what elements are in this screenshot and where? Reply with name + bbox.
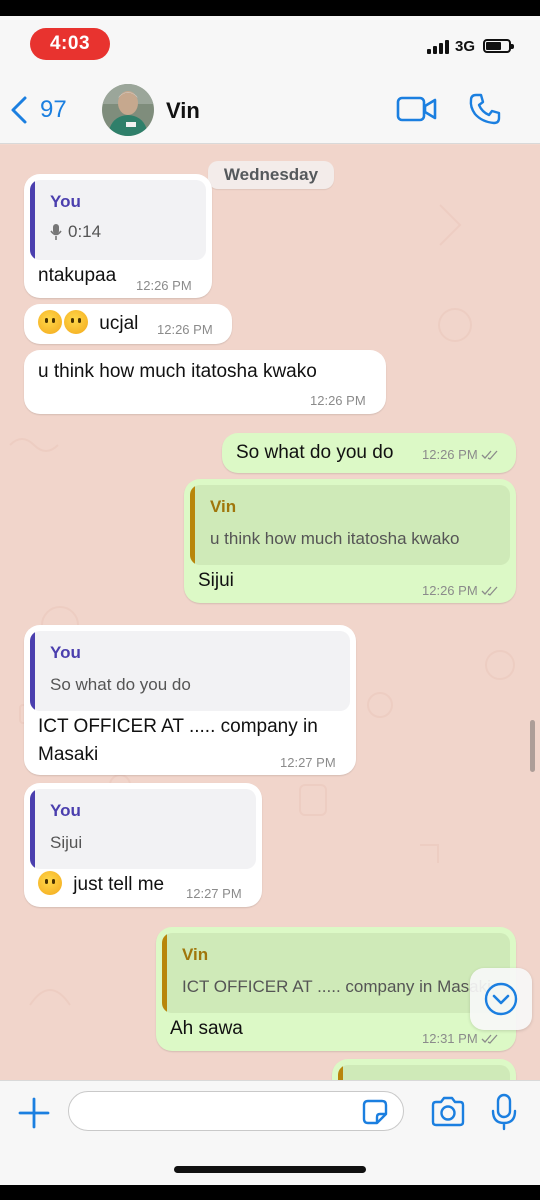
- message-text: Sijui: [198, 570, 234, 591]
- quote-text: So what do you do: [50, 675, 191, 694]
- message-incoming[interactable]: You 0:14 ntakupaa 12:26 PM: [24, 174, 212, 298]
- message-time: 12:31 PM: [422, 1031, 499, 1046]
- quote-author: Vin: [210, 497, 237, 516]
- whatsapp-chat-screen: 4:03 3G 97 Vin Wednesday You 0:14 ntakup…: [0, 0, 540, 1200]
- message-time: 12:26 PM: [422, 583, 499, 598]
- status-time: 4:03: [30, 28, 110, 60]
- unread-count: 97: [40, 96, 67, 123]
- chat-messages[interactable]: Wednesday You 0:14 ntakupaa 12:26 PM ucj…: [0, 145, 540, 1080]
- message-incoming[interactable]: ucjal 12:26 PM: [24, 304, 232, 344]
- message-time: 12:26 PM: [136, 278, 192, 293]
- chat-header: 97 Vin: [0, 76, 540, 144]
- letterbox-bottom: [0, 1185, 540, 1200]
- quote-author: You: [50, 801, 81, 820]
- quote-text: Sijui: [50, 833, 83, 852]
- message-time: 12:26 PM: [310, 393, 366, 408]
- reply-quote[interactable]: You Sijui: [30, 789, 256, 869]
- read-ticks-icon: [481, 586, 498, 596]
- chevron-down-circle-icon: [484, 982, 518, 1016]
- letterbox-top: [0, 0, 540, 16]
- voice-duration: 0:14: [68, 222, 102, 241]
- chevron-left-icon: [11, 96, 27, 124]
- quote-author: You: [50, 643, 81, 662]
- status-bar: 4:03 3G: [0, 16, 540, 76]
- home-indicator[interactable]: [174, 1166, 366, 1173]
- message-outgoing[interactable]: So what do you do 12:26 PM: [222, 433, 516, 473]
- sticker-icon[interactable]: [360, 1097, 390, 1127]
- hand-over-mouth-emoji: [38, 310, 62, 334]
- read-ticks-icon: [481, 1034, 498, 1044]
- message-incoming[interactable]: u think how much itatosha kwako 12:26 PM: [24, 350, 386, 414]
- message-outgoing-partial[interactable]: [332, 1059, 516, 1080]
- message-time: 12:27 PM: [280, 755, 336, 770]
- message-text: just tell me: [73, 874, 165, 895]
- pleading-face-emoji: [38, 871, 62, 895]
- message-text: ucjal: [99, 313, 139, 334]
- message-time: 12:27 PM: [186, 886, 242, 901]
- contact-name[interactable]: Vin: [166, 98, 200, 124]
- battery-fill: [486, 42, 501, 50]
- network-type: 3G: [455, 38, 476, 55]
- message-text: So what do you do: [236, 442, 394, 463]
- message-composer: [0, 1080, 540, 1185]
- message-incoming[interactable]: You Sijui just tell me 12:27 PM: [24, 783, 262, 907]
- hand-over-mouth-emoji: [64, 310, 88, 334]
- quote-author: Vin: [182, 945, 209, 964]
- message-time: 12:26 PM: [422, 447, 499, 462]
- message-time: 12:26 PM: [157, 322, 213, 337]
- message-text-line-1: ICT OFFICER AT ..... company in: [38, 716, 318, 737]
- message-outgoing[interactable]: Vin ICT OFFICER AT ..... company in Masa…: [156, 927, 516, 1051]
- time-label: 12:26 PM: [422, 447, 478, 462]
- message-text: u think how much itatosha kwako: [38, 361, 317, 382]
- camera-icon[interactable]: [430, 1096, 466, 1128]
- message-text-line-2: Masaki: [38, 744, 99, 765]
- message-outgoing[interactable]: Vin u think how much itatosha kwako Siju…: [184, 479, 516, 603]
- microphone-icon[interactable]: [490, 1093, 518, 1131]
- scrollbar[interactable]: [530, 720, 535, 772]
- message-incoming[interactable]: You So what do you do ICT OFFICER AT ...…: [24, 625, 356, 775]
- reply-quote[interactable]: Vin ICT OFFICER AT ..... company in Masa…: [162, 933, 510, 1013]
- reply-quote[interactable]: You So what do you do: [30, 631, 350, 711]
- microphone-icon: [50, 224, 62, 240]
- reply-quote[interactable]: Vin u think how much itatosha kwako: [190, 485, 510, 565]
- time-label: 12:31 PM: [422, 1031, 478, 1046]
- message-text: ntakupaa: [38, 265, 117, 286]
- time-label: 12:26 PM: [422, 583, 478, 598]
- date-separator: Wednesday: [208, 161, 334, 189]
- signal-strength-icon: [427, 40, 451, 54]
- message-input[interactable]: [68, 1091, 404, 1131]
- quote-text: ICT OFFICER AT ..... company in Masaki: [182, 977, 491, 996]
- quote-author: You: [50, 192, 81, 211]
- contact-avatar[interactable]: [102, 84, 154, 136]
- battery-icon: [483, 39, 514, 53]
- scroll-to-bottom-button[interactable]: [470, 968, 532, 1030]
- video-call-icon[interactable]: [396, 94, 438, 124]
- message-text: Ah sawa: [170, 1018, 243, 1039]
- reply-quote[interactable]: You 0:14: [30, 180, 206, 260]
- quote-text: u think how much itatosha kwako: [210, 529, 460, 548]
- read-ticks-icon: [481, 450, 498, 460]
- plus-icon[interactable]: [16, 1095, 52, 1131]
- phone-icon[interactable]: [468, 92, 502, 126]
- reply-quote: [338, 1065, 510, 1080]
- back-button[interactable]: 97: [8, 90, 67, 130]
